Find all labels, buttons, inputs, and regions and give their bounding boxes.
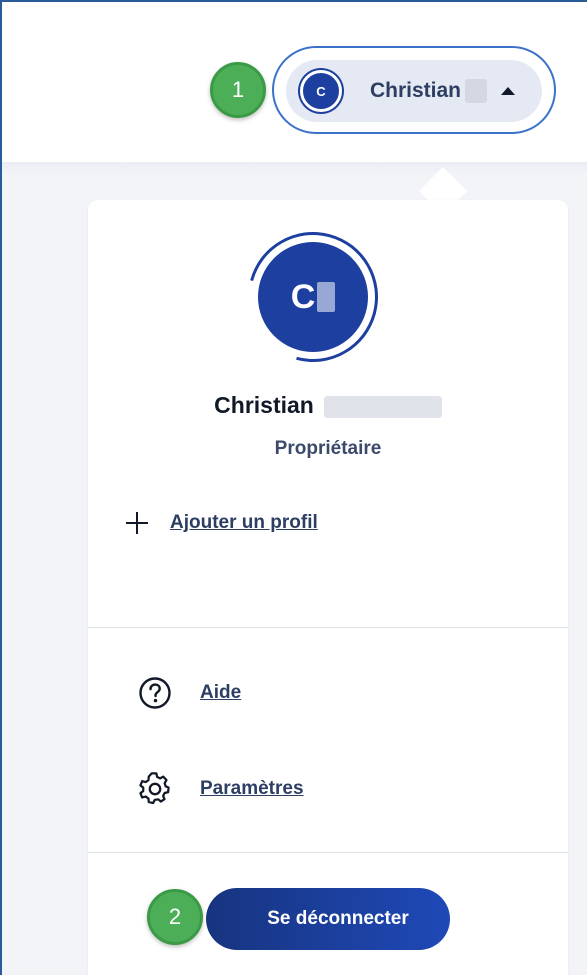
avatar-initials: C — [316, 83, 326, 99]
profile-avatar-initial: C — [290, 277, 316, 316]
profile-avatar: C — [254, 238, 372, 356]
user-menu-trigger[interactable]: C Christian — [286, 60, 542, 122]
profile-first-name: Christian — [214, 392, 314, 418]
app-frame: 1 C Christian C Christian Propriétaire A… — [0, 0, 587, 975]
avatar: C — [300, 70, 342, 112]
menu-item-help-label: Aide — [200, 682, 242, 703]
redacted-name-blur — [465, 79, 488, 104]
user-name: Christian — [370, 78, 488, 104]
profile-role: Propriétaire — [274, 438, 382, 459]
menu-item-help[interactable]: Aide — [138, 676, 241, 710]
redacted-surname-blur — [323, 395, 442, 418]
menu-item-settings-label: Paramètres — [200, 778, 304, 799]
redacted-initial-blur — [317, 282, 336, 312]
menu-item-settings[interactable]: Paramètres — [138, 772, 304, 806]
profile-name: Christian — [88, 392, 568, 419]
user-menu-dropdown: C Christian Propriétaire Ajouter un prof… — [88, 200, 568, 975]
gear-icon — [139, 772, 170, 805]
top-bar-shadow — [2, 162, 587, 176]
plus-icon — [126, 512, 148, 534]
user-first-name: Christian — [370, 78, 462, 102]
step-badge-2: 2 — [147, 889, 203, 945]
add-profile-label: Ajouter un profil — [170, 512, 318, 533]
divider — [88, 627, 568, 628]
help-circle-icon — [139, 677, 171, 709]
caret-up-icon — [501, 87, 516, 95]
divider — [88, 852, 568, 853]
logout-button[interactable]: Se déconnecter — [206, 888, 450, 950]
add-profile-link[interactable]: Ajouter un profil — [126, 512, 318, 534]
step-badge-1: 1 — [210, 62, 266, 118]
